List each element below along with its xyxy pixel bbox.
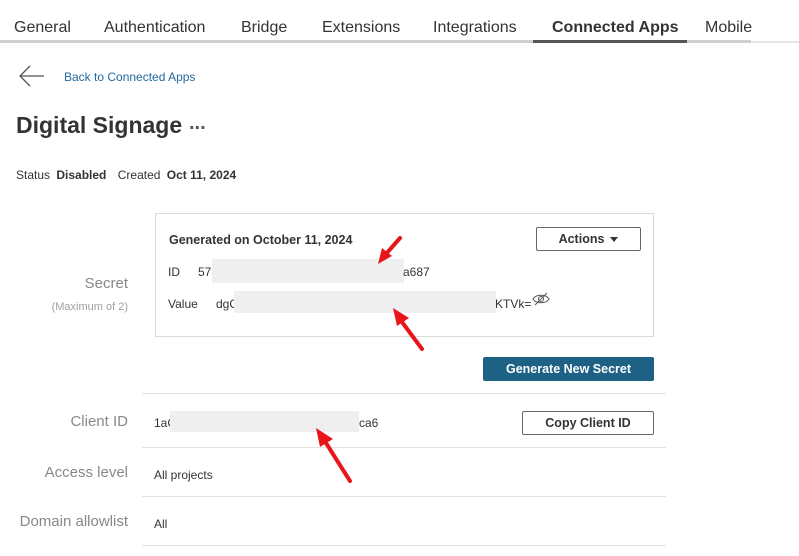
- arrow-left-icon: [19, 65, 44, 87]
- generate-new-secret-button[interactable]: Generate New Secret: [483, 357, 654, 381]
- tabs-divider-extension: [751, 41, 799, 43]
- tab-connected-apps[interactable]: Connected Apps: [552, 19, 679, 37]
- active-tab-indicator: [533, 40, 687, 43]
- more-options-button[interactable]: ...: [189, 112, 206, 135]
- created-value: Oct 11, 2024: [166, 168, 237, 182]
- back-to-connected-apps-link[interactable]: Back to Connected Apps: [18, 64, 195, 88]
- client-id-redaction: [170, 411, 359, 432]
- domain-allowlist-value: All: [154, 517, 168, 531]
- page-title: Digital Signage: [16, 112, 183, 138]
- row-divider: [142, 447, 666, 448]
- caret-down-icon: [610, 236, 619, 242]
- secret-value-suffix: KTVk=: [495, 297, 532, 311]
- secret-value-label: Value: [168, 297, 198, 311]
- secret-id-label: ID: [168, 265, 180, 279]
- tab-mobile[interactable]: Mobile: [705, 19, 752, 37]
- actions-dropdown-button[interactable]: Actions: [536, 227, 641, 251]
- secret-value-redaction: [234, 291, 496, 313]
- settings-tabs: General Authentication Bridge Extensions…: [0, 0, 799, 44]
- secret-id-prefix: 57: [198, 265, 212, 279]
- created-label: Created: [117, 168, 161, 182]
- actions-label: Actions: [558, 232, 605, 246]
- annotation-arrow: [316, 428, 352, 483]
- secret-id-suffix: a687: [403, 265, 430, 279]
- copy-client-id-button[interactable]: Copy Client ID: [522, 411, 654, 435]
- back-link-label: Back to Connected Apps: [64, 70, 196, 84]
- row-divider: [142, 393, 666, 394]
- client-id-label: Client ID: [70, 413, 128, 430]
- access-level-label: Access level: [44, 464, 128, 481]
- secret-card: Generated on October 11, 2024 Actions ID…: [155, 213, 654, 337]
- secret-id-redaction: [212, 259, 404, 283]
- row-divider: [142, 496, 666, 497]
- secret-label: Secret: [84, 275, 128, 292]
- tab-authentication[interactable]: Authentication: [104, 19, 205, 37]
- tab-integrations[interactable]: Integrations: [433, 19, 517, 37]
- row-divider: [142, 545, 666, 546]
- tab-general[interactable]: General: [14, 19, 71, 37]
- status-label: Status: [16, 168, 51, 182]
- tab-extensions[interactable]: Extensions: [322, 19, 400, 37]
- eye-off-icon[interactable]: [532, 292, 550, 306]
- tab-bridge[interactable]: Bridge: [241, 19, 287, 37]
- secret-sublabel: (Maximum of 2): [51, 301, 128, 313]
- secret-generated-date: Generated on October 11, 2024: [169, 233, 353, 247]
- app-meta: Status Disabled Created Oct 11, 2024: [16, 168, 236, 182]
- access-level-value: All projects: [154, 468, 213, 482]
- status-value: Disabled: [56, 168, 107, 182]
- client-id-suffix: ca6: [359, 416, 379, 430]
- domain-allowlist-label: Domain allowlist: [19, 513, 128, 530]
